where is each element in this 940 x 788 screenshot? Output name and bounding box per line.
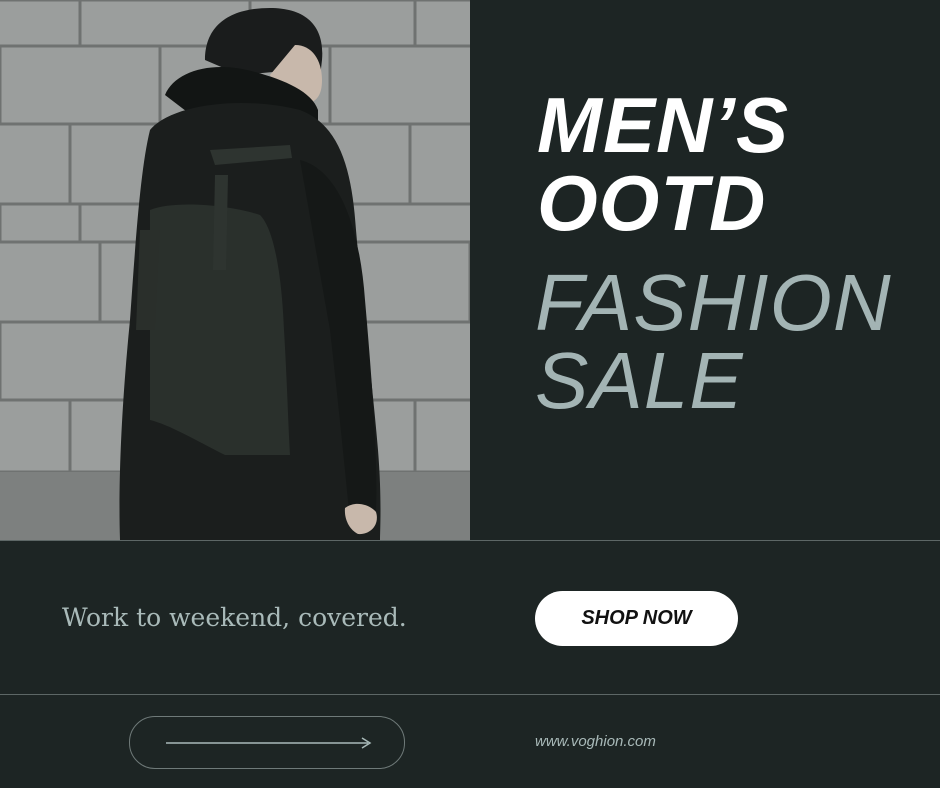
- website-url[interactable]: www.voghion.com: [535, 732, 656, 752]
- headline-line-2: OOTD: [537, 159, 767, 247]
- tagline: Work to weekend, covered.: [62, 603, 407, 632]
- top-divider: [0, 540, 940, 541]
- headline-line-3: FASHION: [535, 258, 892, 347]
- model-photo: [0, 0, 470, 540]
- arrow-button[interactable]: [129, 716, 405, 769]
- headline-line-4: SALE: [535, 336, 744, 425]
- right-arrow-icon: [166, 737, 372, 749]
- bottom-divider: [0, 694, 940, 695]
- headline-line-1: MEN’S: [537, 81, 790, 169]
- shop-now-button[interactable]: SHOP NOW: [535, 591, 738, 646]
- promo-banner: MEN’S OOTD FASHION SALE Work to weekend,…: [0, 0, 940, 788]
- headline-accent: FASHION SALE: [535, 258, 892, 425]
- headline-primary: MEN’S OOTD: [537, 86, 789, 242]
